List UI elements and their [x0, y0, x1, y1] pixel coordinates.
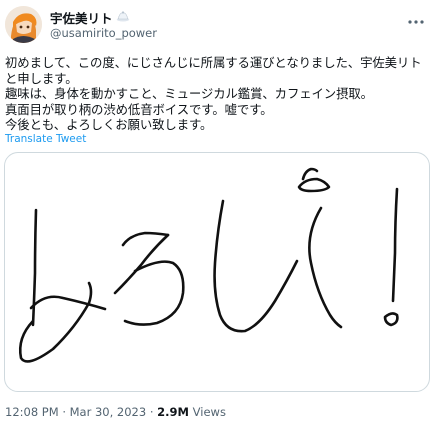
meta-separator: · — [62, 405, 66, 419]
user-handle[interactable]: @usamirito_power — [50, 26, 157, 40]
views-label: Views — [192, 405, 226, 419]
cap-emoji-icon — [116, 10, 130, 25]
views-count[interactable]: 2.9M — [157, 405, 189, 419]
tweet-date[interactable]: Mar 30, 2023 — [70, 405, 147, 419]
display-name[interactable]: 宇佐美リト — [50, 8, 130, 27]
more-options-icon[interactable] — [405, 14, 427, 28]
avatar[interactable] — [5, 6, 42, 43]
tweet-meta: 12:08 PM · Mar 30, 2023 · 2.9M Views — [5, 405, 226, 419]
handwritten-greeting-image — [18, 167, 399, 363]
translate-tweet-link[interactable]: Translate Tweet — [5, 133, 86, 145]
tweet-image[interactable] — [4, 152, 430, 392]
display-name-text: 宇佐美リト — [50, 11, 113, 26]
tweet-card: 宇佐美リト @usamirito_power 初めまして、この度、にじさんじに所… — [0, 0, 436, 429]
avatar-image — [5, 6, 42, 43]
meta-separator: · — [149, 405, 154, 419]
tweet-time[interactable]: 12:08 PM — [5, 405, 59, 419]
tweet-text: 初めまして、この度、にじさんじに所属する運びとなりました、宇佐美リトと申します。… — [5, 55, 422, 133]
